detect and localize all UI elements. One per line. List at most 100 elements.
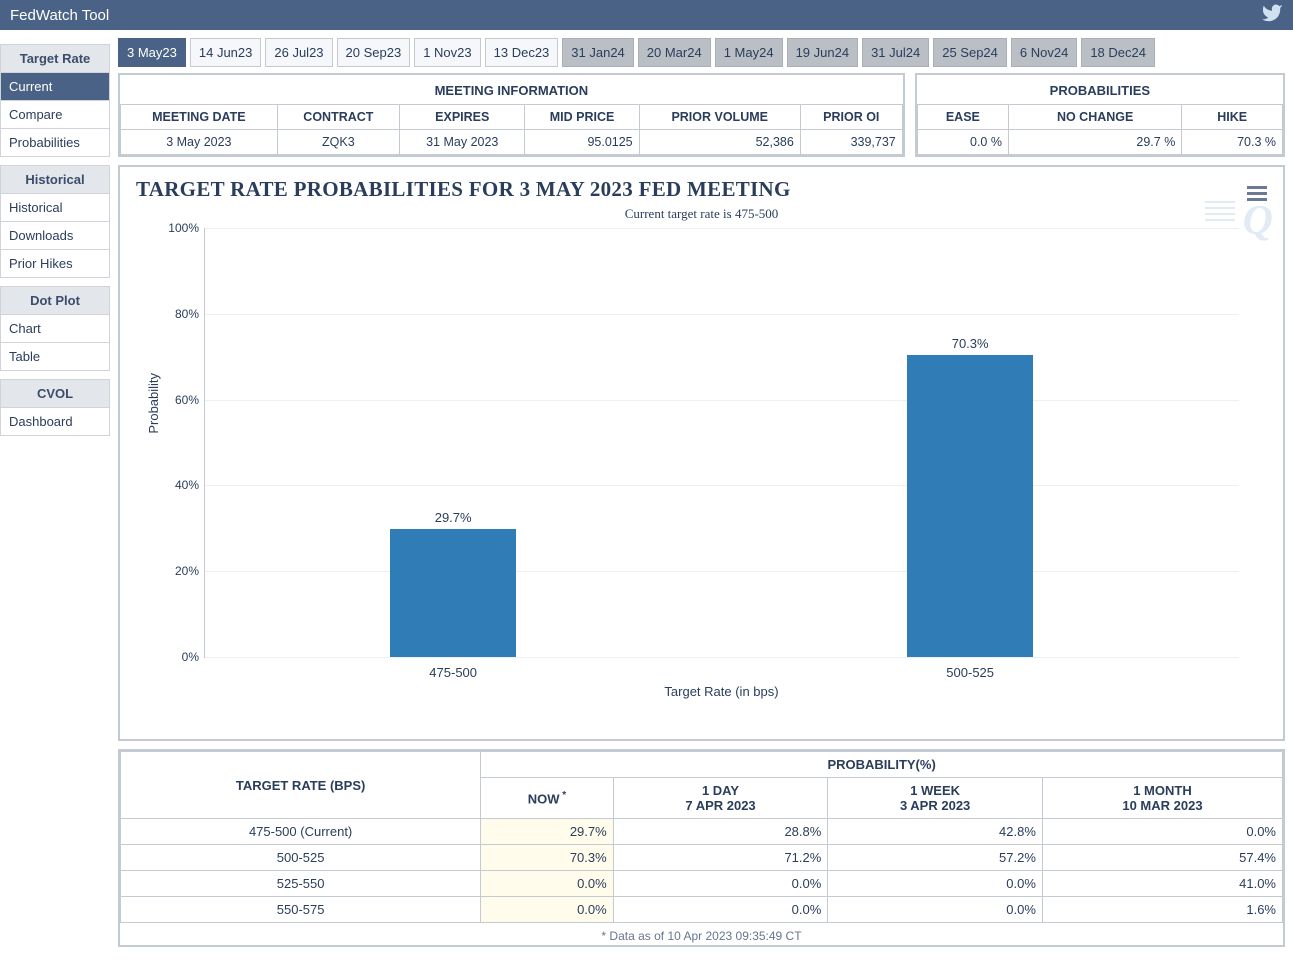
column-header: PRIOR VOLUME [639, 105, 800, 130]
cell: 0.0% [481, 897, 613, 923]
cell: 339,737 [800, 130, 902, 155]
cell: 95.0125 [525, 130, 639, 155]
y-tick: 60% [159, 393, 199, 407]
chart-panel: TARGET RATE PROBABILITIES FOR 3 MAY 2023… [118, 165, 1285, 741]
x-axis-label: Target Rate (in bps) [204, 684, 1239, 699]
tab-20sep23[interactable]: 20 Sep23 [337, 38, 411, 67]
column-header: EASE [917, 105, 1008, 130]
cell: 29.7 % [1008, 130, 1181, 155]
tab-1nov23[interactable]: 1 Nov23 [414, 38, 480, 67]
chart-plot: 0%20%40%60%80%100%29.7%475-50070.3%500-5… [204, 228, 1239, 658]
cell: 41.0% [1042, 871, 1282, 897]
cell: 0.0% [1042, 819, 1282, 845]
probabilities-title: PROBABILITIES [917, 75, 1283, 104]
x-tick: 475-500 [373, 657, 533, 680]
bar [907, 355, 1033, 657]
cell: 70.3 % [1182, 130, 1283, 155]
sidebar-item-downloads[interactable]: Downloads [0, 222, 110, 250]
twitter-icon[interactable] [1261, 2, 1283, 28]
column-header: HIKE [1182, 105, 1283, 130]
cell: 0.0% [828, 871, 1043, 897]
column-header: NO CHANGE [1008, 105, 1181, 130]
probabilities-panel: PROBABILITIES EASENO CHANGEHIKE 0.0 %29.… [915, 73, 1285, 157]
y-tick: 0% [159, 650, 199, 664]
tab-3may23[interactable]: 3 May23 [118, 38, 186, 67]
tab-1may24[interactable]: 1 May24 [715, 38, 783, 67]
table-row: 475-500 (Current)29.7%28.8%42.8%0.0% [121, 819, 1283, 845]
probability-table: TARGET RATE (BPS)PROBABILITY(%)NOW *1 DA… [120, 751, 1283, 923]
row-label: 475-500 (Current) [121, 819, 481, 845]
bar-value-label: 29.7% [435, 510, 472, 525]
cell: 57.2% [828, 845, 1043, 871]
title-bar: FedWatch Tool [0, 0, 1293, 30]
sidebar: Target RateCurrentCompareProbabilities Hi… [0, 30, 110, 963]
tab-18dec24[interactable]: 18 Dec24 [1081, 38, 1155, 67]
probabilities-table: EASENO CHANGEHIKE 0.0 %29.7 %70.3 % [917, 104, 1283, 155]
sidebar-item-compare[interactable]: Compare [0, 101, 110, 129]
chart-subtitle: Current target rate is 475-500 [134, 206, 1269, 222]
x-tick: 500-525 [890, 657, 1050, 680]
sidebar-item-table[interactable]: Table [0, 343, 110, 371]
meeting-tabs: 3 May2314 Jun2326 Jul2320 Sep231 Nov2313… [118, 38, 1285, 67]
cell: 29.7% [481, 819, 613, 845]
app-title: FedWatch Tool [10, 7, 109, 24]
tab-13dec23[interactable]: 13 Dec23 [485, 38, 559, 67]
chart-menu-icon[interactable] [1247, 183, 1267, 204]
cell: 52,386 [639, 130, 800, 155]
cell: 0.0% [481, 871, 613, 897]
table-row: 500-52570.3%71.2%57.2%57.4% [121, 845, 1283, 871]
cell: 0.0% [613, 871, 828, 897]
tab-31jan24[interactable]: 31 Jan24 [562, 38, 634, 67]
chart-title: TARGET RATE PROBABILITIES FOR 3 MAY 2023… [136, 177, 1269, 202]
y-tick: 40% [159, 478, 199, 492]
cell: 0.0% [828, 897, 1043, 923]
y-tick: 20% [159, 564, 199, 578]
cell: ZQK3 [277, 130, 399, 155]
column-header: PRIOR OI [800, 105, 902, 130]
sidebar-head: Target Rate [0, 44, 110, 73]
cell: 28.8% [613, 819, 828, 845]
bar [390, 529, 516, 657]
tab-14jun23[interactable]: 14 Jun23 [190, 38, 262, 67]
sidebar-item-prior-hikes[interactable]: Prior Hikes [0, 250, 110, 278]
cell: 0.0 % [917, 130, 1008, 155]
column-header: NOW * [481, 778, 613, 819]
column-header: TARGET RATE (BPS) [121, 752, 481, 819]
sidebar-head: CVOL [0, 379, 110, 408]
sidebar-item-probabilities[interactable]: Probabilities [0, 129, 110, 157]
column-header: MID PRICE [525, 105, 639, 130]
tab-26jul23[interactable]: 26 Jul23 [265, 38, 332, 67]
cell: 3 May 2023 [121, 130, 278, 155]
sidebar-head: Dot Plot [0, 286, 110, 315]
cell: 42.8% [828, 819, 1043, 845]
meeting-info-panel: MEETING INFORMATION MEETING DATECONTRACT… [118, 73, 905, 157]
column-header: 1 WEEK3 APR 2023 [828, 778, 1043, 819]
probability-table-panel: TARGET RATE (BPS)PROBABILITY(%)NOW *1 DA… [118, 749, 1285, 947]
column-header: 1 MONTH10 MAR 2023 [1042, 778, 1282, 819]
cell: 1.6% [1042, 897, 1282, 923]
sidebar-item-chart[interactable]: Chart [0, 315, 110, 343]
tab-31jul24[interactable]: 31 Jul24 [862, 38, 929, 67]
column-header: EXPIRES [400, 105, 525, 130]
row-label: 500-525 [121, 845, 481, 871]
table-row: 525-5500.0%0.0%0.0%41.0% [121, 871, 1283, 897]
table-row: 550-5750.0%0.0%0.0%1.6% [121, 897, 1283, 923]
bar-value-label: 70.3% [952, 336, 989, 351]
sidebar-item-current[interactable]: Current [0, 73, 110, 101]
tab-25sep24[interactable]: 25 Sep24 [933, 38, 1007, 67]
tab-20mar24[interactable]: 20 Mar24 [638, 38, 711, 67]
sidebar-item-dashboard[interactable]: Dashboard [0, 408, 110, 436]
meeting-info-title: MEETING INFORMATION [120, 75, 903, 104]
column-header: CONTRACT [277, 105, 399, 130]
y-tick: 80% [159, 307, 199, 321]
sidebar-item-historical[interactable]: Historical [0, 194, 110, 222]
tab-6nov24[interactable]: 6 Nov24 [1011, 38, 1077, 67]
column-header: MEETING DATE [121, 105, 278, 130]
y-tick: 100% [159, 221, 199, 235]
cell: 70.3% [481, 845, 613, 871]
footnote: * Data as of 10 Apr 2023 09:35:49 CT [120, 923, 1283, 945]
cell: 57.4% [1042, 845, 1282, 871]
tab-19jun24[interactable]: 19 Jun24 [787, 38, 859, 67]
column-header: 1 DAY7 APR 2023 [613, 778, 828, 819]
row-label: 525-550 [121, 871, 481, 897]
